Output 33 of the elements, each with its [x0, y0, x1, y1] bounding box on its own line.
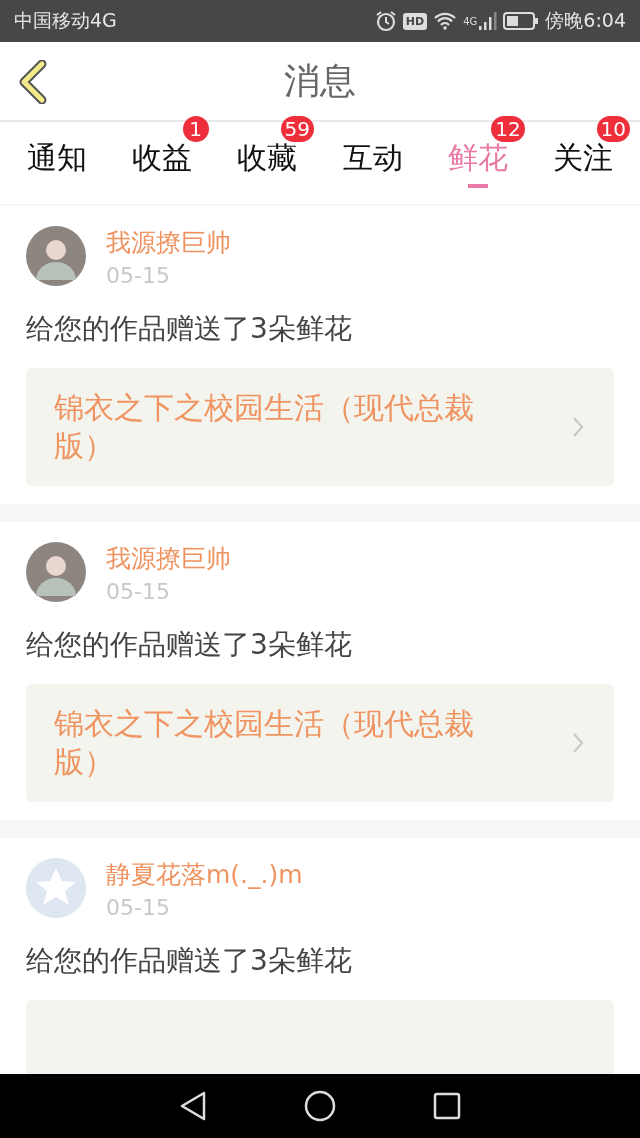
- tab[interactable]: 通知: [26, 122, 87, 188]
- home-icon[interactable]: [304, 1090, 336, 1122]
- battery-icon: [503, 12, 540, 30]
- alarm-icon: [374, 10, 397, 32]
- user-name[interactable]: 我源撩巨帅: [106, 542, 231, 575]
- clock-time: 傍晚6:04: [545, 8, 626, 33]
- count-badge: 12: [491, 116, 525, 142]
- back-icon[interactable]: [18, 60, 48, 104]
- work-card[interactable]: 锦衣之下之校园生活（现代总裁版）: [26, 368, 614, 486]
- user-name[interactable]: 静夏花落m(._.)m: [106, 858, 303, 891]
- back-nav-icon[interactable]: [178, 1090, 207, 1122]
- recents-icon[interactable]: [433, 1092, 462, 1120]
- avatar[interactable]: [26, 542, 86, 602]
- wifi-icon: [433, 11, 458, 31]
- tab[interactable]: 互动: [342, 122, 403, 188]
- avatar[interactable]: [26, 226, 86, 286]
- carrier-name: 中国移动4G: [14, 8, 117, 33]
- signal-icon: [479, 11, 498, 31]
- chevron-right-icon: [572, 416, 584, 438]
- count-badge: 59: [280, 116, 314, 142]
- hd-badge: HD: [402, 12, 428, 30]
- page-title: 消息: [284, 58, 356, 103]
- message-text: 给您的作品赠送了3朵鲜花: [26, 943, 353, 979]
- chevron-right-icon: [572, 732, 584, 754]
- count-badge: 1: [182, 116, 209, 142]
- count-badge: 10: [596, 116, 630, 142]
- message-text: 给您的作品赠送了3朵鲜花: [26, 311, 353, 347]
- work-card[interactable]: 锦衣之下之校园生活（现代总裁版）: [26, 684, 614, 802]
- work-title: 锦衣之下之校园生活（现代总裁版）: [54, 389, 475, 465]
- work-title: 锦衣之下之校园生活（现代总裁版）: [54, 705, 475, 781]
- user-name[interactable]: 我源撩巨帅: [106, 226, 231, 259]
- message-text: 给您的作品赠送了3朵鲜花: [26, 627, 353, 663]
- network-label: 4G: [463, 16, 478, 27]
